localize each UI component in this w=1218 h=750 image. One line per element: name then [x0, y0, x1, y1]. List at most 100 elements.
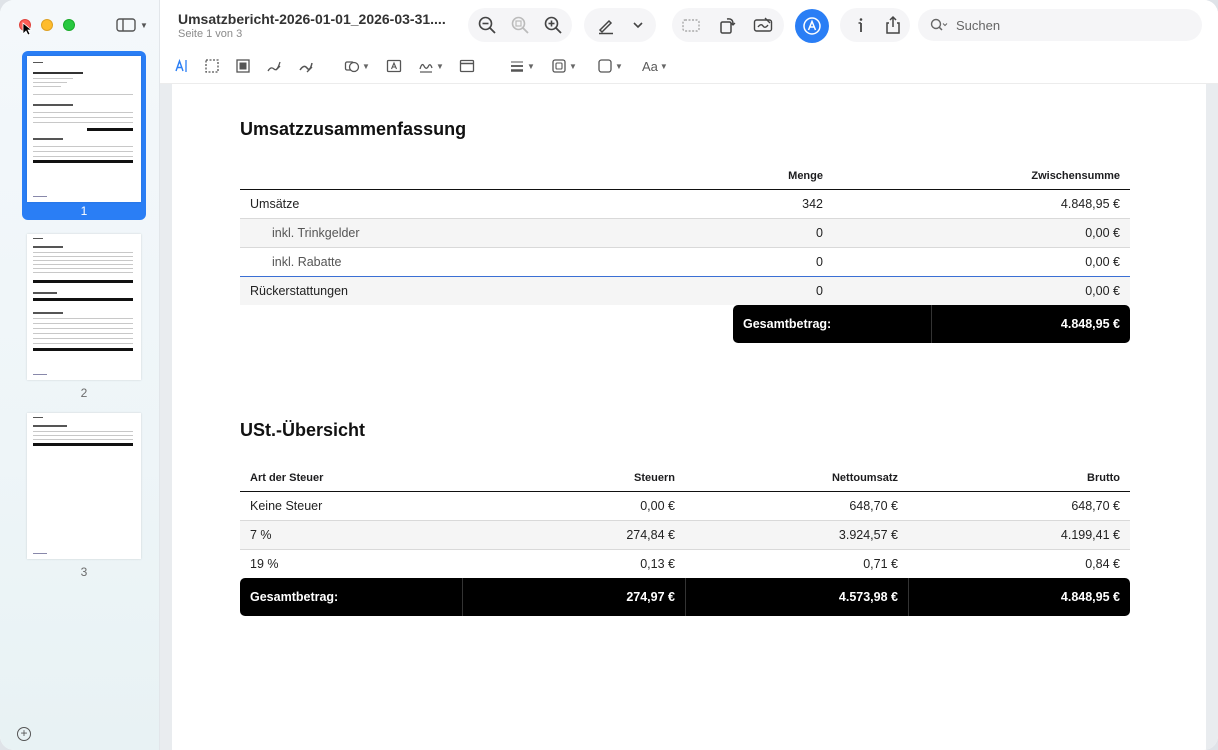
thumbnail-page-number: 1 [80, 204, 88, 218]
row-tax: 274,84 € [462, 520, 685, 550]
column-header-type: Art der Steuer [240, 465, 462, 492]
row-net: 3.924,57 € [685, 520, 908, 550]
summary-table: Menge Zwischensumme Umsätze 342 4.848,95… [240, 163, 1130, 305]
vat-total-bar: Gesamtbetrag: 274,97 € 4.573,98 € 4.848,… [240, 578, 1130, 616]
fill-color-icon [598, 59, 612, 73]
column-header-tax: Steuern [462, 465, 685, 492]
column-header-subtotal: Zwischensumme [833, 163, 1130, 190]
textbox-tool[interactable] [386, 57, 402, 75]
summary-total-bar: Gesamtbetrag: 4.848,95 € [733, 305, 1130, 343]
row-qty: 0 [630, 218, 833, 248]
row-type: 7 % [240, 520, 462, 550]
toolbar: Umsatzbericht-2026-01-01_2026-03-31.... … [160, 0, 1218, 84]
search-input[interactable] [956, 17, 1176, 33]
row-subtotal: 0,00 € [833, 276, 1130, 305]
highlight-button[interactable] [592, 11, 620, 39]
textbox-icon [386, 59, 402, 73]
draw-tool[interactable] [298, 57, 314, 75]
row-net: 0,71 € [863, 556, 898, 571]
search-icon [930, 18, 948, 31]
line-style-icon [511, 61, 523, 72]
row-subtotal: 0,00 € [833, 247, 1130, 277]
redact-box-icon [236, 59, 250, 73]
column-header-name [240, 163, 630, 190]
thumbnail-image [27, 56, 141, 202]
highlight-options-button[interactable] [624, 11, 652, 39]
sketch-icon [267, 61, 281, 72]
zoom-fit-button[interactable] [506, 11, 534, 39]
column-header-net: Nettoumsatz [685, 465, 908, 492]
table-row: Keine Steuer 0,00 € 648,70 € 648,70 € [240, 491, 1130, 521]
add-page-button[interactable]: + [17, 727, 31, 741]
zoom-in-button[interactable] [539, 11, 567, 39]
redact-icon [682, 19, 700, 32]
chevron-down-icon [633, 22, 643, 29]
row-net: 648,70 € [685, 491, 908, 521]
chevron-down-icon: ▼ [140, 20, 148, 30]
plus-icon: + [20, 726, 28, 740]
search-field[interactable] [918, 9, 1202, 41]
table-row: inkl. Trinkgelder 0 0,00 € [240, 218, 1130, 248]
row-qty: 0 [630, 276, 833, 305]
row-type: Keine Steuer [240, 491, 462, 521]
document-view[interactable]: Umsatzzusammenfassung Menge Zwischensumm… [160, 84, 1218, 750]
draw-icon [299, 62, 313, 73]
summary-title: Umsatzzusammenfassung [240, 119, 467, 139]
total-gross: 4.848,95 € [908, 578, 1130, 616]
row-label: Rückerstattungen [240, 276, 630, 305]
font-icon: Aa [642, 58, 658, 74]
rotate-button[interactable] [713, 11, 741, 39]
thumbnail-image [27, 234, 141, 380]
text-selection-tool[interactable] [174, 57, 190, 75]
border-color-tool[interactable]: ▼ [551, 57, 577, 75]
font-tool[interactable]: Aa ▼ [642, 57, 668, 75]
info-icon [858, 18, 863, 32]
redact-box-tool[interactable] [235, 57, 251, 75]
document-title[interactable]: Umsatzbericht-2026-01-01_2026-03-31.... [178, 11, 446, 27]
text-selection-icon [175, 58, 187, 72]
total-tax: 274,97 € [462, 578, 685, 616]
page-thumbnail-2[interactable]: 2 [22, 234, 146, 400]
pdf-page: Umsatzzusammenfassung Menge Zwischensumm… [172, 84, 1206, 750]
page-thumbnail-3[interactable]: 3 [22, 413, 146, 579]
line-style-tool[interactable]: ▼ [509, 57, 535, 75]
zoom-in-icon [544, 16, 562, 34]
rect-select-icon [205, 59, 219, 73]
chevron-down-icon: ▼ [362, 61, 370, 71]
zoom-fit-icon [511, 16, 529, 34]
minimize-window-button[interactable] [41, 19, 53, 31]
maximize-window-button[interactable] [63, 19, 75, 31]
signature-button[interactable] [749, 11, 777, 39]
row-qty: 342 [630, 189, 833, 219]
thumbnail-page-number: 3 [80, 565, 88, 579]
markup-toggle-button[interactable] [795, 9, 829, 43]
row-qty: 0 [630, 247, 833, 277]
rect-select-tool[interactable] [204, 57, 220, 75]
preview-window: ▼ 1 2 3 + Umsatzbericht-2026-01-01_2026-… [0, 0, 1218, 750]
row-label: Umsätze [240, 189, 630, 219]
chevron-down-icon: ▼ [569, 61, 577, 71]
share-button[interactable] [879, 11, 907, 39]
sign-tool[interactable]: ▼ [418, 57, 444, 75]
chevron-down-icon: ▼ [527, 61, 535, 71]
sidebar-toggle-button[interactable]: ▼ [116, 17, 150, 33]
sidebar-icon [116, 18, 136, 32]
page-thumbnail-1[interactable]: 1 [22, 51, 146, 220]
chevron-down-icon: ▼ [436, 61, 444, 71]
column-header-gross: Brutto [908, 465, 1130, 492]
sketch-tool[interactable] [266, 57, 282, 75]
zoom-out-button[interactable] [473, 11, 501, 39]
table-row: 19 % 0,13 € 0,71 € 0,84 € [240, 549, 1130, 578]
thumbnail-sidebar: ▼ 1 2 3 + [0, 0, 160, 750]
fill-color-tool[interactable]: ▼ [597, 57, 623, 75]
total-value: 4.848,95 € [931, 305, 1130, 343]
shapes-tool[interactable]: ▼ [344, 57, 370, 75]
table-row: 7 % 274,84 € 3.924,57 € 4.199,41 € [240, 520, 1130, 550]
info-button[interactable] [847, 11, 875, 39]
vat-title: USt.-Übersicht [240, 420, 366, 440]
row-subtotal: 4.848,95 € [833, 189, 1130, 219]
sign-icon [419, 63, 433, 73]
row-type: 19 % [250, 556, 279, 571]
note-tool[interactable] [459, 57, 475, 75]
redact-button[interactable] [677, 11, 705, 39]
